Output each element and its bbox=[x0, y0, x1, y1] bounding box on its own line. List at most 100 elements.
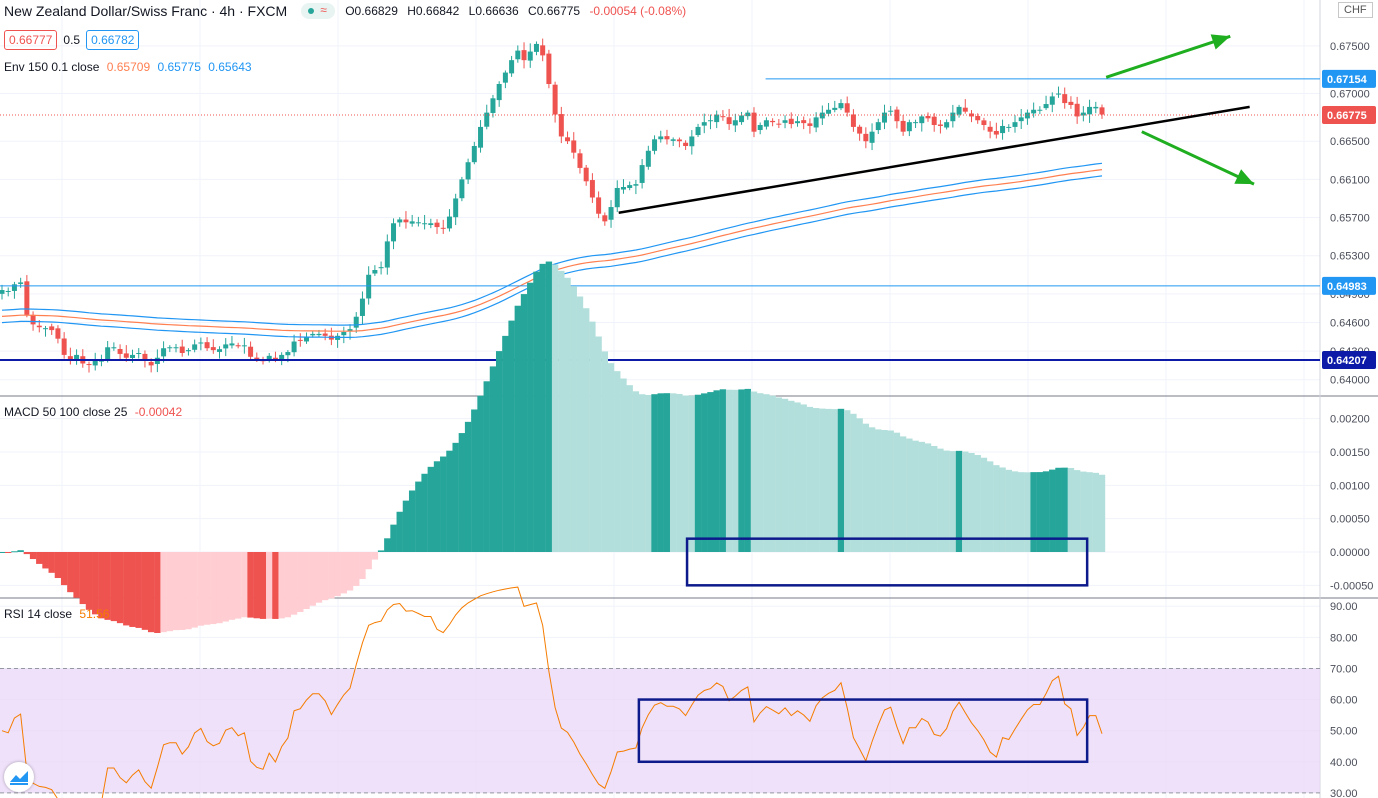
candle-body bbox=[148, 362, 154, 366]
macd-bar bbox=[1098, 474, 1106, 552]
open-value: O0.66829 bbox=[345, 4, 398, 18]
tradingview-logo-icon[interactable] bbox=[4, 762, 34, 792]
macd-bar bbox=[657, 393, 664, 552]
macd-bar bbox=[340, 552, 348, 594]
sell-button[interactable]: 0.66777 bbox=[4, 30, 58, 50]
macd-bar bbox=[887, 430, 894, 552]
candle bbox=[714, 110, 720, 129]
macd-bar bbox=[614, 371, 621, 552]
candle-body bbox=[633, 184, 639, 186]
candle-body bbox=[925, 115, 931, 119]
candle bbox=[993, 122, 999, 139]
candle bbox=[844, 96, 850, 117]
candle-body bbox=[794, 121, 800, 124]
candle-body bbox=[583, 167, 589, 182]
macd-bar bbox=[5, 552, 12, 553]
candle-body bbox=[1043, 104, 1049, 109]
candle-body bbox=[117, 348, 123, 354]
candle-body bbox=[235, 345, 241, 347]
tick-label: 0.00050 bbox=[1330, 514, 1370, 526]
macd-bar bbox=[781, 398, 789, 552]
macd-bar bbox=[620, 378, 627, 552]
candle-body bbox=[981, 120, 987, 126]
price-label-text: 0.64983 bbox=[1327, 281, 1367, 293]
candle-body bbox=[198, 342, 204, 344]
candle bbox=[223, 338, 229, 357]
tick-label: -0.00050 bbox=[1330, 580, 1373, 592]
candle bbox=[664, 129, 670, 145]
candle-body bbox=[229, 343, 235, 346]
candle-body bbox=[409, 221, 415, 224]
candle-body bbox=[515, 50, 521, 60]
candle bbox=[1062, 87, 1068, 109]
candle-body bbox=[521, 50, 527, 61]
macd-bar bbox=[812, 408, 820, 552]
macd-bar bbox=[346, 552, 354, 591]
candle-body bbox=[888, 110, 894, 112]
candle-body bbox=[210, 347, 216, 351]
macd-bar bbox=[962, 451, 969, 552]
envelope-mid-value: 0.65709 bbox=[106, 60, 151, 74]
candle bbox=[801, 116, 807, 130]
candle bbox=[11, 281, 17, 299]
macd-bar bbox=[48, 552, 55, 573]
candle-body bbox=[571, 140, 577, 153]
candle-body bbox=[353, 316, 359, 328]
candle bbox=[540, 38, 546, 62]
candle bbox=[838, 99, 844, 111]
rsi-legend[interactable]: RSI 14 close 51.56 bbox=[4, 607, 113, 621]
macd-bar bbox=[359, 552, 366, 580]
macd-bar bbox=[278, 552, 285, 619]
candle bbox=[1068, 96, 1074, 109]
macd-bar bbox=[154, 552, 161, 633]
currency-button[interactable]: CHF bbox=[1338, 2, 1373, 18]
macd-bar bbox=[123, 552, 130, 626]
macd-bar bbox=[29, 552, 37, 560]
candle bbox=[434, 219, 440, 234]
macd-bar bbox=[663, 393, 671, 552]
candle-body bbox=[111, 347, 117, 349]
candle bbox=[403, 211, 409, 229]
macd-bar bbox=[719, 389, 727, 552]
candle bbox=[689, 130, 695, 155]
macd-bar bbox=[147, 552, 155, 633]
macd-bar bbox=[377, 550, 385, 552]
macd-legend[interactable]: MACD 50 100 close 25 -0.00042 bbox=[4, 405, 186, 419]
candle bbox=[372, 265, 378, 276]
macd-value: -0.00042 bbox=[134, 405, 183, 419]
candle bbox=[1093, 101, 1099, 114]
candle bbox=[266, 353, 272, 363]
symbol-title[interactable]: New Zealand Dollar/Swiss Franc · 4h · FX… bbox=[4, 3, 287, 19]
candle-body bbox=[453, 198, 459, 218]
macd-label: MACD 50 100 close 25 bbox=[4, 405, 128, 419]
candle-body bbox=[92, 360, 98, 366]
macd-bar bbox=[539, 263, 546, 552]
candle-body bbox=[403, 219, 409, 223]
candle-body bbox=[1087, 106, 1093, 115]
candle-body bbox=[652, 139, 658, 151]
tick-label: 0.00000 bbox=[1330, 547, 1370, 559]
macd-bar bbox=[440, 456, 447, 552]
candle bbox=[484, 104, 490, 130]
candle bbox=[732, 113, 738, 133]
candle-body bbox=[664, 136, 670, 140]
tick-label: 0.67000 bbox=[1330, 89, 1370, 101]
candle bbox=[913, 119, 919, 128]
candle bbox=[515, 45, 521, 63]
macd-bar bbox=[912, 440, 919, 552]
candle bbox=[74, 349, 80, 365]
macd-bar bbox=[172, 552, 180, 631]
candle-body bbox=[1055, 93, 1061, 95]
macd-bar bbox=[931, 445, 938, 552]
candle-body bbox=[602, 215, 608, 222]
candle bbox=[391, 218, 397, 250]
envelope-legend[interactable]: Env 150 0.1 close 0.65709 0.65775 0.6564… bbox=[4, 60, 256, 74]
macd-bar bbox=[626, 385, 633, 552]
candle-body bbox=[1000, 125, 1006, 134]
buy-button[interactable]: 0.66782 bbox=[86, 30, 140, 50]
chart-canvas[interactable]: 0.67500 0.67000 0.66500 0.66100 0.65700 0.653… bbox=[0, 0, 1378, 798]
candle bbox=[720, 110, 726, 121]
candle-body bbox=[527, 51, 533, 61]
candle bbox=[620, 179, 626, 194]
macd-bar bbox=[396, 511, 403, 552]
